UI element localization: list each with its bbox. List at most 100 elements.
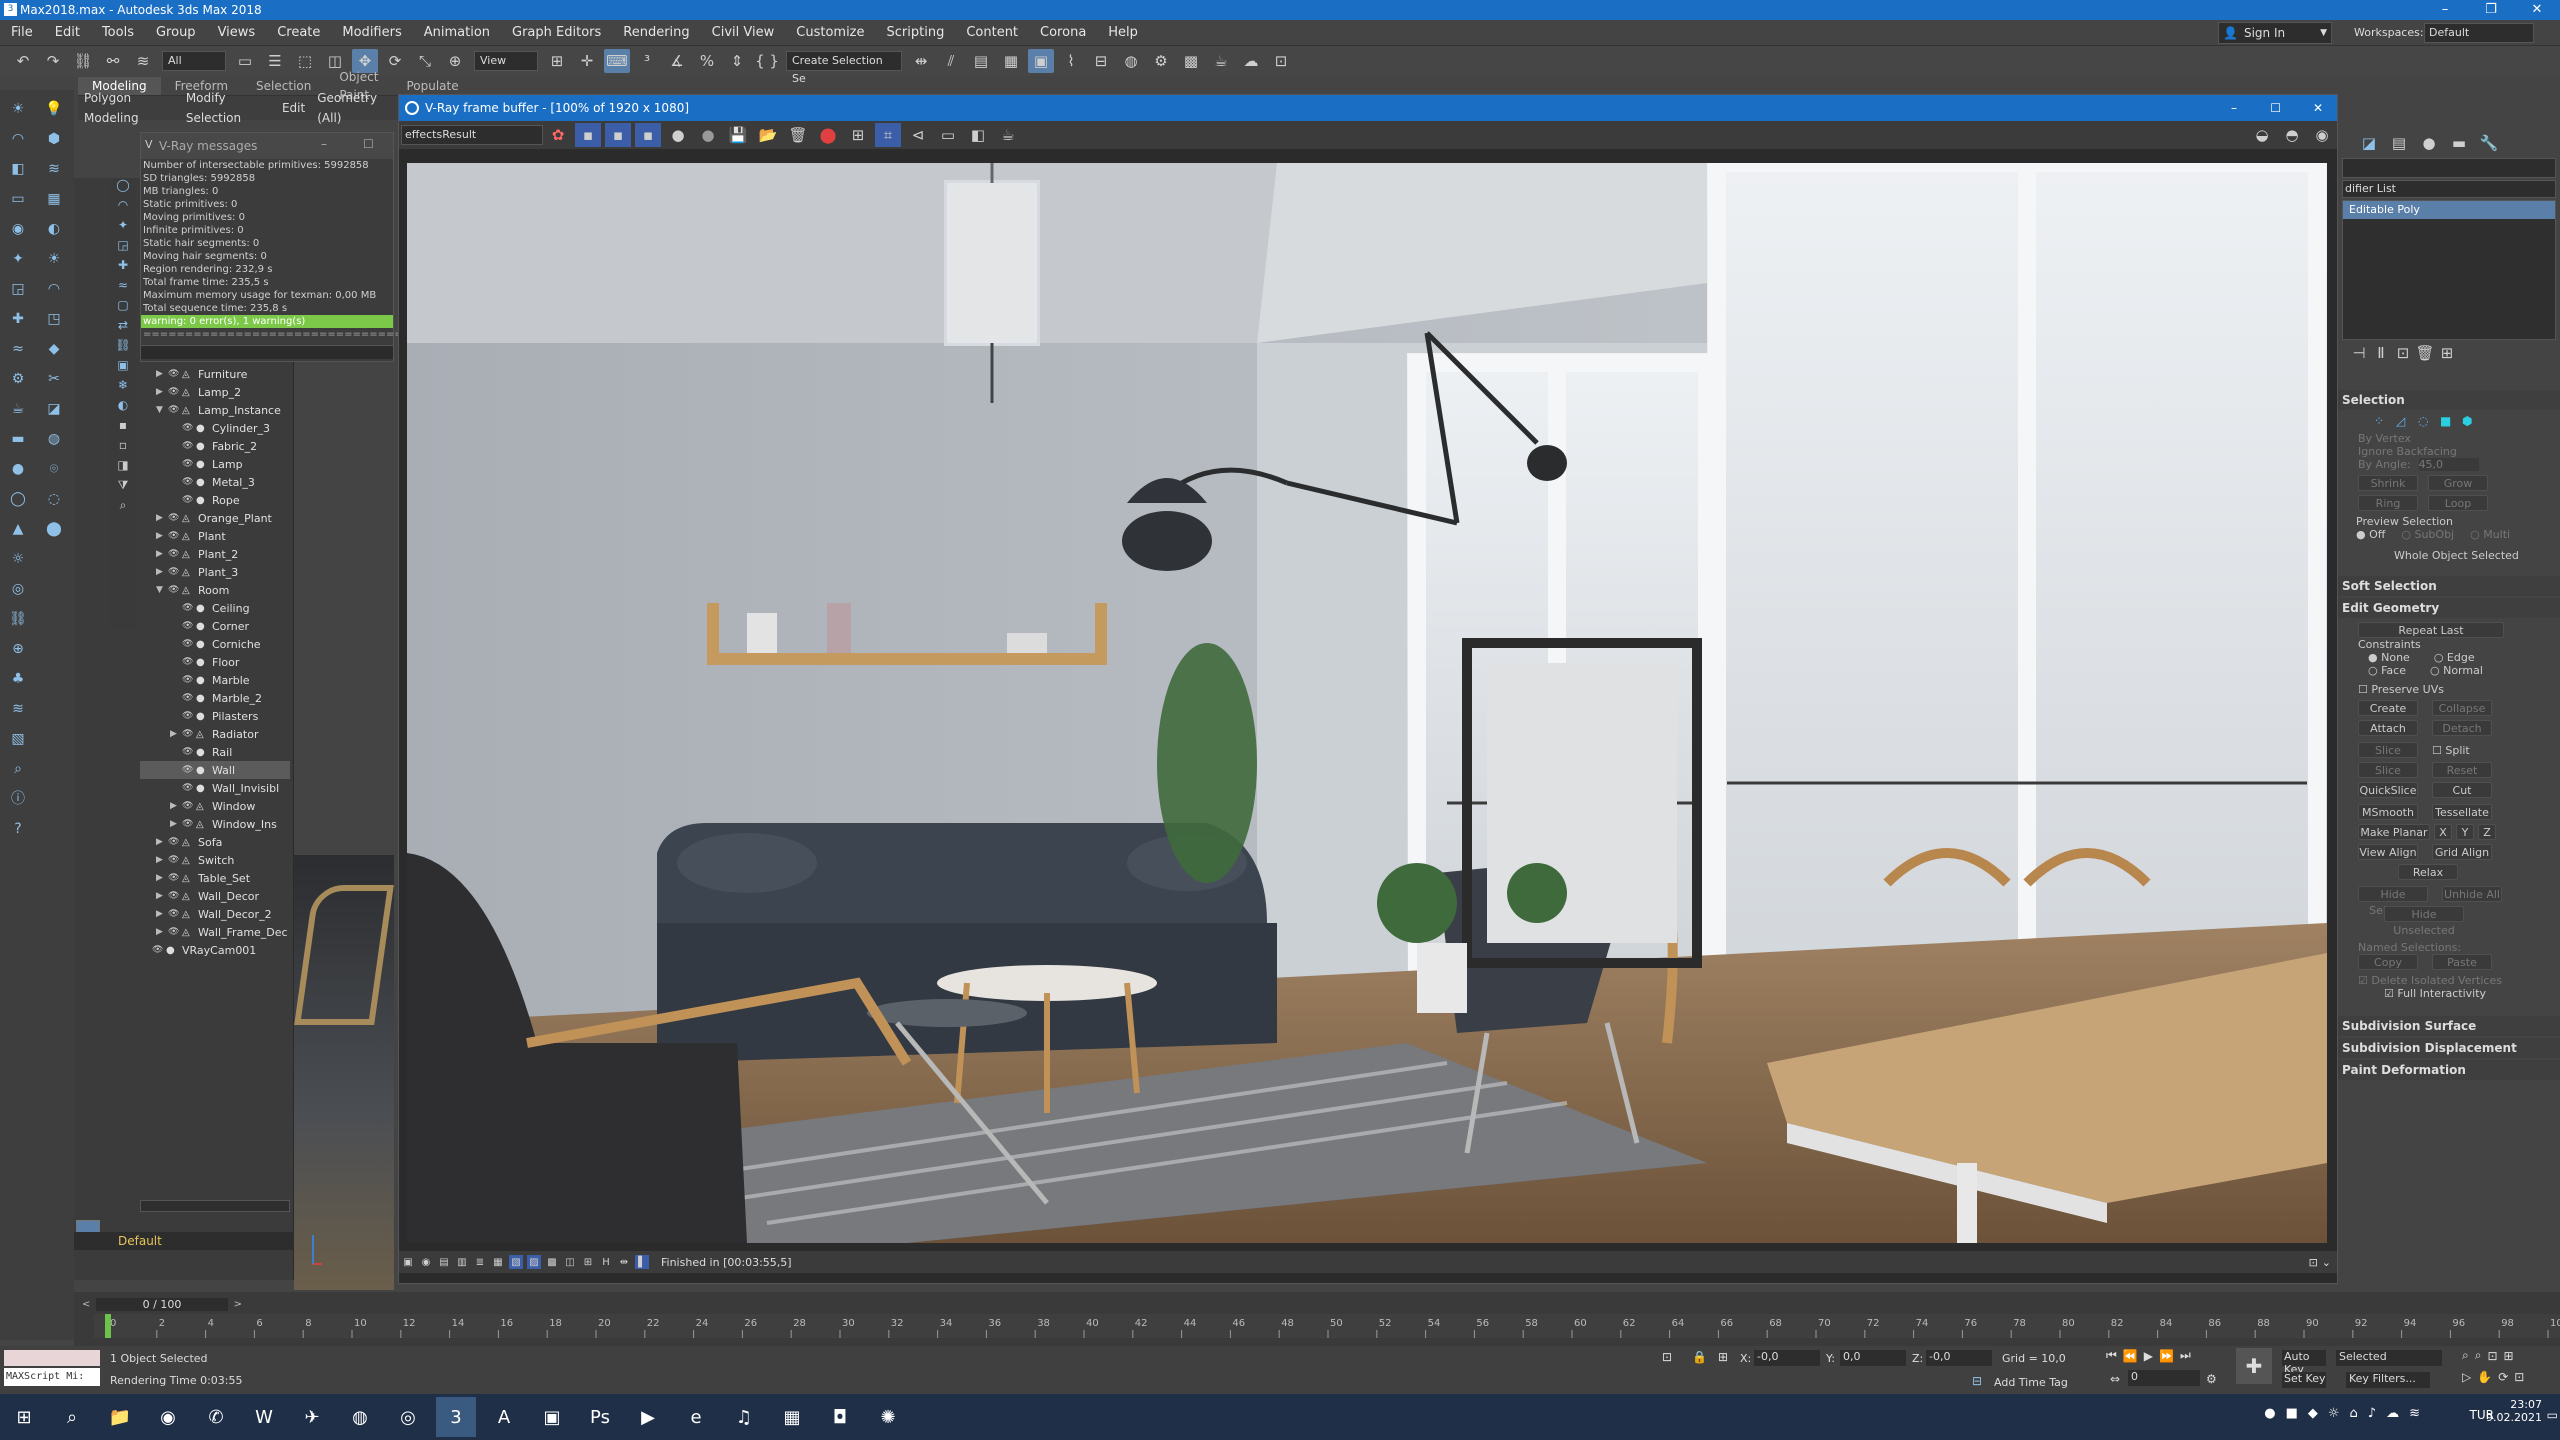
globe-icon[interactable]: ⊕ — [6, 638, 30, 660]
media-icon[interactable]: ▦ — [772, 1397, 812, 1437]
geometry-icon[interactable]: ◧ — [6, 158, 30, 180]
vray-dome-icon[interactable]: ◠ — [42, 278, 66, 300]
vray-proxy-icon[interactable]: ⬢ — [42, 128, 66, 150]
stamp-icon[interactable]: ▤ — [437, 1255, 451, 1269]
ribbon-subtab-3[interactable]: Geometry (All) — [311, 88, 398, 128]
obs-icon[interactable]: ◎ — [388, 1397, 428, 1437]
menu-group[interactable]: Group — [145, 20, 207, 46]
mono-icon[interactable]: ● — [695, 123, 721, 147]
go-to-start-icon[interactable]: ⏮ — [2106, 1348, 2117, 1363]
scene-tree-item[interactable]: ▼ 👁 ◬ Lamp_Instance — [140, 401, 290, 419]
configure-sets-icon[interactable]: ⊞ — [2438, 341, 2456, 365]
visibility-eye-icon[interactable]: 👁 — [168, 567, 182, 577]
sun-icon[interactable]: ☼ — [6, 548, 30, 570]
grid-align-button[interactable]: Grid Align — [2432, 844, 2492, 860]
visibility-eye-icon[interactable]: 👁 — [168, 387, 182, 397]
ocio-icon[interactable]: ▩ — [545, 1255, 559, 1269]
menu-modifiers[interactable]: Modifiers — [331, 20, 412, 46]
vray-camera-icon[interactable]: ◳ — [42, 308, 66, 330]
scene-tree-item[interactable]: 👁 ● Fabric_2 — [140, 437, 290, 455]
vray-frame-buffer-icon[interactable]: ⊡ — [1268, 49, 1294, 73]
visibility-eye-icon[interactable]: 👁 — [182, 423, 196, 433]
expand-arrow-icon[interactable]: ▶ — [156, 837, 168, 847]
edit-geometry-rollout-header[interactable]: Edit Geometry — [2338, 598, 2560, 618]
expand-arrow-icon[interactable]: ▶ — [156, 513, 168, 523]
select-and-scale-icon[interactable]: ⤡ — [412, 49, 438, 73]
view-align-button[interactable]: View Align — [2358, 844, 2418, 860]
onedrive-icon[interactable]: ☁ — [2386, 1406, 2399, 1421]
msmooth-button[interactable]: MSmooth — [2358, 804, 2418, 820]
loop-button[interactable]: Loop — [2428, 495, 2488, 511]
render-interactive-icon[interactable]: ◒ — [2249, 123, 2275, 147]
schematic-view-icon[interactable]: ⊟ — [1088, 49, 1114, 73]
plane-icon[interactable]: ▬ — [6, 428, 30, 450]
paint-deformation-rollout-header[interactable]: Paint Deformation — [2338, 1060, 2560, 1080]
scene-tree-item[interactable]: 👁 ● Ceiling — [140, 599, 290, 617]
visibility-eye-icon[interactable]: 👁 — [182, 711, 196, 721]
scene-tree-item[interactable]: 👁 ● Lamp — [140, 455, 290, 473]
shapes-icon[interactable]: ◠ — [6, 128, 30, 150]
menu-rendering[interactable]: Rendering — [612, 20, 700, 46]
visibility-eye-icon[interactable]: 👁 — [182, 639, 196, 649]
scene-tree-item[interactable]: 👁 ● Corniche — [140, 635, 290, 653]
horizontal-scrollbar[interactable] — [140, 1200, 290, 1212]
levels-icon[interactable]: ▥ — [455, 1255, 469, 1269]
motion-tab-icon[interactable]: ● — [2416, 131, 2442, 155]
show-end-result-icon[interactable]: Ⅱ — [2372, 341, 2390, 365]
exposure-icon[interactable]: ▦ — [491, 1255, 505, 1269]
make-planar-button[interactable]: Make Planar — [2358, 824, 2430, 840]
render-setup-icon[interactable]: ⚙ — [1148, 49, 1174, 73]
vray-sphere-icon[interactable]: ◐ — [42, 218, 66, 240]
filter-cameras-icon[interactable]: ◲ — [110, 238, 136, 258]
visibility-eye-icon[interactable]: 👁 — [182, 621, 196, 631]
clear-image-icon[interactable]: 🗑 — [785, 123, 811, 147]
spotify-icon[interactable]: ♫ — [724, 1397, 764, 1437]
fishing-icon[interactable]: ✈ — [292, 1397, 332, 1437]
visibility-eye-icon[interactable]: 👁 — [168, 531, 182, 541]
scene-tree-item[interactable]: 👁 ● Marble — [140, 671, 290, 689]
volume-icon[interactable]: ♪ — [2368, 1406, 2376, 1421]
spacewarp-icon[interactable]: ≈ — [6, 338, 30, 360]
lut-icon[interactable]: ▨ — [527, 1255, 541, 1269]
render-icon[interactable]: ☕ — [995, 123, 1021, 147]
filter-bones-icon[interactable]: ⛓ — [110, 338, 136, 358]
ribbon-subtab-1[interactable]: Modify Selection — [180, 88, 276, 128]
modifier-list-dropdown[interactable]: difier List — [2342, 180, 2556, 198]
expand-icon[interactable]: ⊡ — [2309, 1256, 2318, 1269]
relax-button[interactable]: Relax — [2398, 864, 2458, 880]
layer-name[interactable]: Default — [74, 1232, 294, 1250]
border-icon[interactable]: ◌ — [2418, 414, 2440, 428]
delete-isolated-checkbox[interactable]: ☑ Delete Isolated Vertices — [2338, 974, 2560, 987]
expand-arrow-icon[interactable]: ▶ — [156, 531, 168, 541]
expand-arrow-icon[interactable]: ▶ — [156, 387, 168, 397]
visibility-eye-icon[interactable]: 👁 — [168, 405, 182, 415]
reference-coordinate-dropdown[interactable]: View — [474, 51, 538, 71]
systems-icon[interactable]: ⚙ — [6, 368, 30, 390]
menu-help[interactable]: Help — [1097, 20, 1149, 46]
menu-edit[interactable]: Edit — [44, 20, 91, 46]
visibility-eye-icon[interactable]: 👁 — [182, 693, 196, 703]
expand-arrow-icon[interactable]: ▶ — [156, 927, 168, 937]
visibility-eye-icon[interactable]: 👁 — [168, 369, 182, 379]
whatsapp-icon[interactable]: ✆ — [196, 1397, 236, 1437]
chatgpt-icon[interactable]: ✺ — [868, 1397, 908, 1437]
go-to-end-icon[interactable]: ⏭ — [2180, 1348, 2191, 1363]
isolate-selection-icon[interactable]: ⊡ — [1662, 1350, 1672, 1364]
scene-tree-item[interactable]: ▶ 👁 ◬ Table_Set — [140, 869, 290, 887]
repeat-last-button[interactable]: Repeat Last — [2358, 622, 2504, 638]
render-in-cloud-icon[interactable]: ☁ — [1238, 49, 1264, 73]
vertex-icon[interactable]: ⁘ — [2374, 414, 2396, 428]
chain-icon[interactable]: ⛓ — [6, 608, 30, 630]
camera-icon[interactable]: ◲ — [6, 278, 30, 300]
link-to-vfb-icon[interactable]: ▭ — [935, 123, 961, 147]
minimize-icon[interactable]: – — [321, 137, 327, 151]
menu-scripting[interactable]: Scripting — [876, 20, 956, 46]
visibility-eye-icon[interactable]: 👁 — [168, 891, 182, 901]
scene-tree-item[interactable]: ▶ 👁 ◬ Radiator — [140, 725, 290, 743]
window-title-bar[interactable]: 3 Max2018.max - Autodesk 3ds Max 2018 – … — [0, 0, 2560, 20]
channel-dropdown[interactable]: effectsResult — [401, 125, 543, 145]
vray-mesh-icon[interactable]: ◆ — [42, 338, 66, 360]
search-icon[interactable]: ⌕ — [52, 1397, 92, 1437]
previous-frame-icon[interactable]: ⏪ — [2123, 1349, 2138, 1363]
pan-icon[interactable]: ✋ — [2477, 1370, 2492, 1384]
